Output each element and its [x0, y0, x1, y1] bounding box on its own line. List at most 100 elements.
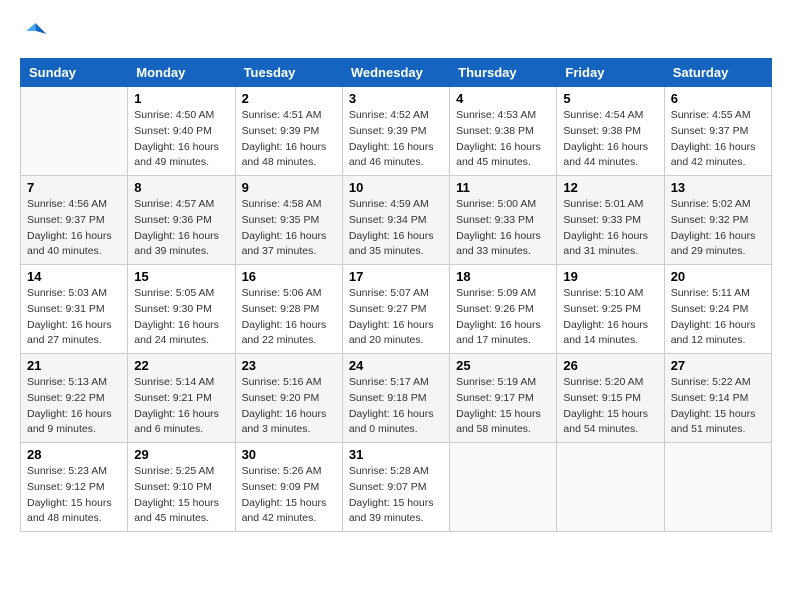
- day-cell: [450, 443, 557, 532]
- day-info: Sunrise: 4:57 AMSunset: 9:36 PMDaylight:…: [134, 197, 228, 260]
- day-info: Sunrise: 5:16 AMSunset: 9:20 PMDaylight:…: [242, 375, 336, 438]
- day-info: Sunrise: 5:13 AMSunset: 9:22 PMDaylight:…: [27, 375, 121, 438]
- header-row: SundayMondayTuesdayWednesdayThursdayFrid…: [21, 59, 772, 87]
- day-info: Sunrise: 5:23 AMSunset: 9:12 PMDaylight:…: [27, 464, 121, 527]
- day-info: Sunrise: 5:07 AMSunset: 9:27 PMDaylight:…: [349, 286, 443, 349]
- day-info: Sunrise: 5:03 AMSunset: 9:31 PMDaylight:…: [27, 286, 121, 349]
- header: [20, 20, 772, 48]
- logo: [20, 20, 52, 48]
- day-cell: [557, 443, 664, 532]
- day-info: Sunrise: 4:53 AMSunset: 9:38 PMDaylight:…: [456, 108, 550, 171]
- week-row-3: 14 Sunrise: 5:03 AMSunset: 9:31 PMDayligh…: [21, 265, 772, 354]
- calendar-table: SundayMondayTuesdayWednesdayThursdayFrid…: [20, 58, 772, 532]
- day-info: Sunrise: 5:01 AMSunset: 9:33 PMDaylight:…: [563, 197, 657, 260]
- day-cell: 5Sunrise: 4:54 AMSunset: 9:38 PMDaylight…: [557, 87, 664, 176]
- header-cell-sunday: Sunday: [21, 59, 128, 87]
- day-cell: [664, 443, 771, 532]
- header-cell-saturday: Saturday: [664, 59, 771, 87]
- day-info: Sunrise: 5:14 AMSunset: 9:21 PMDaylight:…: [134, 375, 228, 438]
- day-cell: 17 Sunrise: 5:07 AMSunset: 9:27 PMDayligh…: [342, 265, 449, 354]
- day-cell: 7 Sunrise: 4:56 AMSunset: 9:37 PMDaylight…: [21, 176, 128, 265]
- header-cell-friday: Friday: [557, 59, 664, 87]
- day-cell: 26Sunrise: 5:20 AMSunset: 9:15 PMDayligh…: [557, 354, 664, 443]
- day-cell: 18Sunrise: 5:09 AMSunset: 9:26 PMDayligh…: [450, 265, 557, 354]
- header-cell-tuesday: Tuesday: [235, 59, 342, 87]
- day-cell: 1 Sunrise: 4:50 AMSunset: 9:40 PMDaylight…: [128, 87, 235, 176]
- day-number: 17: [349, 269, 443, 284]
- day-number: 12: [563, 180, 657, 195]
- day-number: 29: [134, 447, 228, 462]
- day-cell: 14 Sunrise: 5:03 AMSunset: 9:31 PMDayligh…: [21, 265, 128, 354]
- day-cell: 9 Sunrise: 4:58 AMSunset: 9:35 PMDaylight…: [235, 176, 342, 265]
- day-cell: 6Sunrise: 4:55 AMSunset: 9:37 PMDaylight…: [664, 87, 771, 176]
- day-number: 31: [349, 447, 443, 462]
- week-row-4: 21 Sunrise: 5:13 AMSunset: 9:22 PMDayligh…: [21, 354, 772, 443]
- day-cell: 22 Sunrise: 5:14 AMSunset: 9:21 PMDayligh…: [128, 354, 235, 443]
- day-info: Sunrise: 5:17 AMSunset: 9:18 PMDaylight:…: [349, 375, 443, 438]
- day-cell: 28 Sunrise: 5:23 AMSunset: 9:12 PMDayligh…: [21, 443, 128, 532]
- day-cell: 30Sunrise: 5:26 AMSunset: 9:09 PMDayligh…: [235, 443, 342, 532]
- day-cell: 12 Sunrise: 5:01 AMSunset: 9:33 PMDayligh…: [557, 176, 664, 265]
- day-number: 11: [456, 180, 550, 195]
- day-info: Sunrise: 4:50 AMSunset: 9:40 PMDaylight:…: [134, 108, 228, 171]
- day-info: Sunrise: 5:26 AMSunset: 9:09 PMDaylight:…: [242, 464, 336, 527]
- day-number: 10: [349, 180, 443, 195]
- day-info: Sunrise: 4:56 AMSunset: 9:37 PMDaylight:…: [27, 197, 121, 260]
- day-cell: 24 Sunrise: 5:17 AMSunset: 9:18 PMDayligh…: [342, 354, 449, 443]
- day-number: 20: [671, 269, 765, 284]
- day-info: Sunrise: 5:19 AMSunset: 9:17 PMDaylight:…: [456, 375, 550, 438]
- header-cell-thursday: Thursday: [450, 59, 557, 87]
- day-number: 7: [27, 180, 121, 195]
- week-row-1: 1 Sunrise: 4:50 AMSunset: 9:40 PMDaylight…: [21, 87, 772, 176]
- day-cell: 4 Sunrise: 4:53 AMSunset: 9:38 PMDaylight…: [450, 87, 557, 176]
- day-cell: 16 Sunrise: 5:06 AMSunset: 9:28 PMDayligh…: [235, 265, 342, 354]
- day-cell: 23 Sunrise: 5:16 AMSunset: 9:20 PMDayligh…: [235, 354, 342, 443]
- day-info: Sunrise: 4:58 AMSunset: 9:35 PMDaylight:…: [242, 197, 336, 260]
- day-number: 23: [242, 358, 336, 373]
- day-number: 28: [27, 447, 121, 462]
- day-cell: 27 Sunrise: 5:22 AMSunset: 9:14 PMDayligh…: [664, 354, 771, 443]
- day-cell: 15Sunrise: 5:05 AMSunset: 9:30 PMDayligh…: [128, 265, 235, 354]
- day-number: 24: [349, 358, 443, 373]
- day-number: 5: [563, 91, 657, 106]
- day-number: 27: [671, 358, 765, 373]
- day-cell: 11 Sunrise: 5:00 AMSunset: 9:33 PMDayligh…: [450, 176, 557, 265]
- day-info: Sunrise: 5:10 AMSunset: 9:25 PMDaylight:…: [563, 286, 657, 349]
- day-number: 15: [134, 269, 228, 284]
- day-cell: 3Sunrise: 4:52 AMSunset: 9:39 PMDaylight…: [342, 87, 449, 176]
- day-cell: 20 Sunrise: 5:11 AMSunset: 9:24 PMDayligh…: [664, 265, 771, 354]
- day-cell: 21 Sunrise: 5:13 AMSunset: 9:22 PMDayligh…: [21, 354, 128, 443]
- day-cell: 25 Sunrise: 5:19 AMSunset: 9:17 PMDayligh…: [450, 354, 557, 443]
- day-number: 8: [134, 180, 228, 195]
- day-cell: 2 Sunrise: 4:51 AMSunset: 9:39 PMDaylight…: [235, 87, 342, 176]
- day-number: 1: [134, 91, 228, 106]
- week-row-2: 7 Sunrise: 4:56 AMSunset: 9:37 PMDaylight…: [21, 176, 772, 265]
- day-info: Sunrise: 5:22 AMSunset: 9:14 PMDaylight:…: [671, 375, 765, 438]
- day-number: 9: [242, 180, 336, 195]
- day-info: Sunrise: 5:06 AMSunset: 9:28 PMDaylight:…: [242, 286, 336, 349]
- day-cell: 19Sunrise: 5:10 AMSunset: 9:25 PMDayligh…: [557, 265, 664, 354]
- day-number: 2: [242, 91, 336, 106]
- day-cell: 10 Sunrise: 4:59 AMSunset: 9:34 PMDayligh…: [342, 176, 449, 265]
- day-info: Sunrise: 5:25 AMSunset: 9:10 PMDaylight:…: [134, 464, 228, 527]
- day-info: Sunrise: 5:11 AMSunset: 9:24 PMDaylight:…: [671, 286, 765, 349]
- day-cell: 13Sunrise: 5:02 AMSunset: 9:32 PMDayligh…: [664, 176, 771, 265]
- day-info: Sunrise: 4:51 AMSunset: 9:39 PMDaylight:…: [242, 108, 336, 171]
- day-cell: 8 Sunrise: 4:57 AMSunset: 9:36 PMDaylight…: [128, 176, 235, 265]
- day-number: 22: [134, 358, 228, 373]
- day-info: Sunrise: 5:09 AMSunset: 9:26 PMDaylight:…: [456, 286, 550, 349]
- day-number: 21: [27, 358, 121, 373]
- logo-icon: [20, 20, 48, 48]
- week-row-5: 28 Sunrise: 5:23 AMSunset: 9:12 PMDayligh…: [21, 443, 772, 532]
- day-number: 3: [349, 91, 443, 106]
- day-number: 14: [27, 269, 121, 284]
- day-number: 25: [456, 358, 550, 373]
- day-info: Sunrise: 5:00 AMSunset: 9:33 PMDaylight:…: [456, 197, 550, 260]
- day-cell: 29 Sunrise: 5:25 AMSunset: 9:10 PMDayligh…: [128, 443, 235, 532]
- day-number: 16: [242, 269, 336, 284]
- day-info: Sunrise: 5:20 AMSunset: 9:15 PMDaylight:…: [563, 375, 657, 438]
- day-info: Sunrise: 4:59 AMSunset: 9:34 PMDaylight:…: [349, 197, 443, 260]
- day-cell: [21, 87, 128, 176]
- day-number: 4: [456, 91, 550, 106]
- day-info: Sunrise: 4:55 AMSunset: 9:37 PMDaylight:…: [671, 108, 765, 171]
